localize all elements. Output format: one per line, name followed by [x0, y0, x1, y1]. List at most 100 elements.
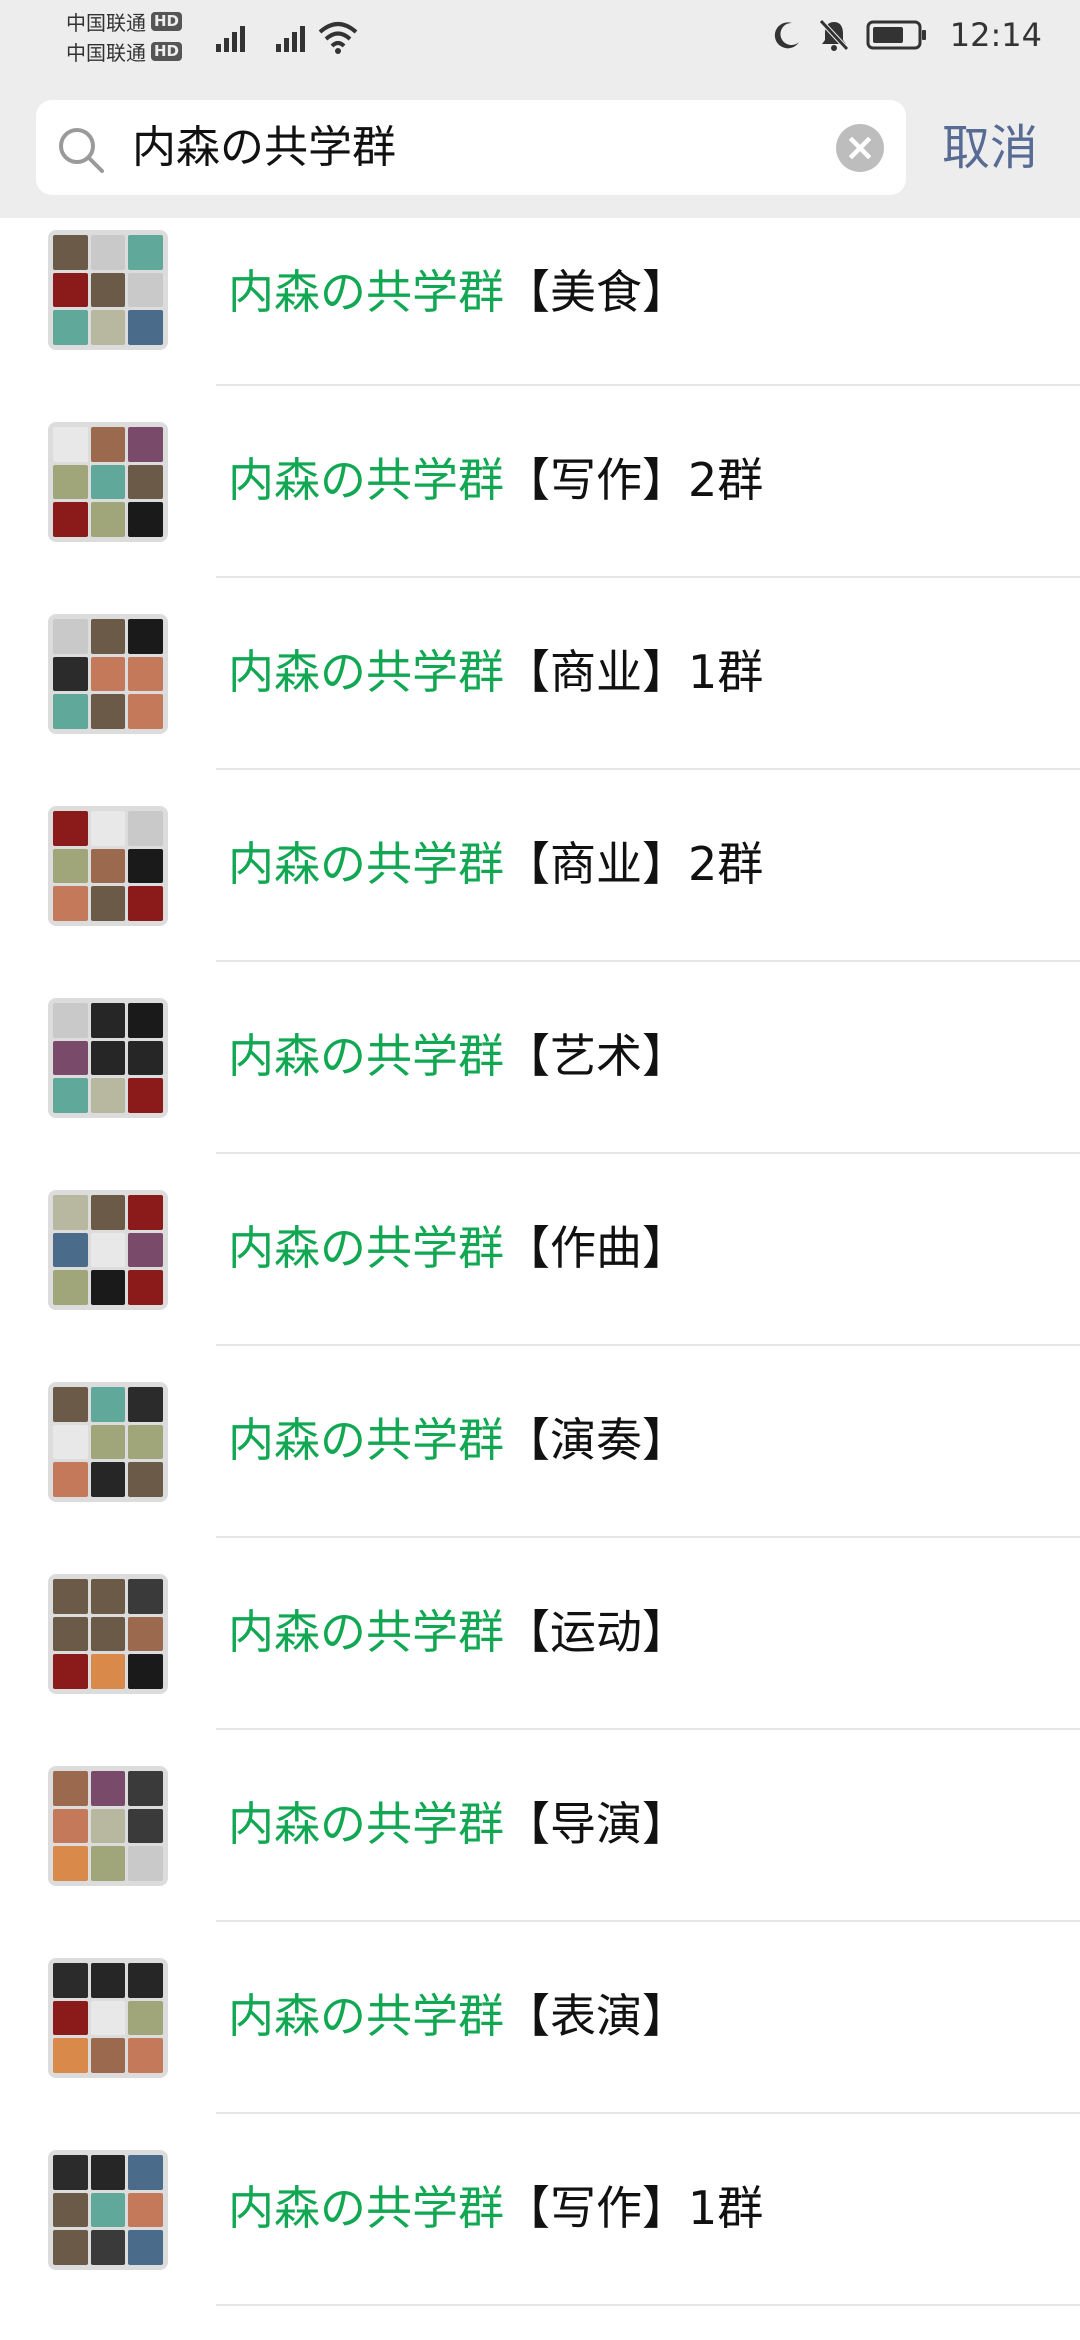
- avatar-tile: [53, 427, 88, 462]
- avatar-tile: [90, 656, 126, 692]
- avatar-tile: [128, 848, 163, 884]
- group-avatar: [48, 230, 168, 350]
- avatar-tile: [90, 2192, 126, 2228]
- avatar-tile: [90, 1616, 126, 1652]
- signal-icon: [276, 22, 305, 52]
- group-avatar: [48, 1958, 168, 2078]
- avatar-tile: [128, 2155, 163, 2190]
- avatar-tile: [90, 1003, 126, 1038]
- group-avatar: [48, 422, 168, 542]
- avatar-tile: [90, 502, 126, 537]
- avatar-tile: [53, 1654, 88, 1689]
- carrier-info: 中国联通 HD 中国联通 HD: [66, 6, 183, 66]
- moon-icon: [774, 22, 799, 49]
- avatar-tile: [53, 1963, 88, 1998]
- avatar-tile: [128, 464, 163, 500]
- avatar-tile: [128, 1003, 163, 1038]
- list-item[interactable]: 内森の共学群【写作】2群: [0, 386, 1080, 578]
- group-avatar: [48, 2150, 168, 2270]
- avatar-tile: [90, 1270, 126, 1305]
- avatar-tile: [53, 1003, 88, 1038]
- group-name: 内森の共学群【作曲】: [228, 1221, 688, 1275]
- avatar-tile: [53, 1387, 88, 1422]
- avatar-tile: [128, 2230, 163, 2265]
- avatar-tile: [128, 2192, 163, 2228]
- avatar-tile: [128, 1808, 163, 1844]
- list-item[interactable]: 内森の共学群【写作】1群: [0, 2114, 1080, 2306]
- avatar-tile: [128, 1654, 163, 1689]
- list-item[interactable]: 内森の共学群【导演】: [0, 1730, 1080, 1922]
- avatar-tile: [90, 1654, 126, 1689]
- avatar-tile: [90, 1579, 126, 1614]
- avatar-tile: [90, 1232, 126, 1268]
- avatar-tile: [128, 1579, 163, 1614]
- avatar-tile: [90, 886, 126, 921]
- avatar-tile: [53, 1462, 88, 1497]
- avatar-tile: [53, 235, 88, 270]
- avatar-tile: [90, 1195, 126, 1230]
- signal-icon: [216, 22, 245, 52]
- group-name: 内森の共学群【写作】2群: [228, 453, 764, 507]
- avatar-tile: [128, 272, 163, 308]
- avatar-tile: [90, 1462, 126, 1497]
- avatar-tile: [53, 2230, 88, 2265]
- avatar-tile: [53, 656, 88, 692]
- search-icon: [59, 128, 104, 173]
- avatar-tile: [90, 310, 126, 345]
- cancel-button[interactable]: 取消: [942, 108, 1038, 188]
- clear-icon[interactable]: ×: [836, 124, 884, 172]
- group-name: 内森の共学群【演奏】: [228, 1413, 688, 1467]
- avatar-tile: [53, 502, 88, 537]
- list-item[interactable]: 内森の共学群【运动】: [0, 1538, 1080, 1730]
- avatar-tile: [53, 272, 88, 308]
- avatar-tile: [128, 1078, 163, 1113]
- group-avatar: [48, 1766, 168, 1886]
- avatar-tile: [90, 1771, 126, 1806]
- avatar-tile: [90, 694, 126, 729]
- mute-bell-icon: [818, 19, 849, 51]
- search-input[interactable]: [132, 100, 822, 195]
- avatar-tile: [53, 886, 88, 921]
- avatar-tile: [90, 2155, 126, 2190]
- list-item[interactable]: 内森の共学群【商业】1群: [0, 578, 1080, 770]
- avatar-tile: [128, 235, 163, 270]
- group-avatar: [48, 806, 168, 926]
- avatar-tile: [53, 1424, 88, 1460]
- avatar-tile: [90, 427, 126, 462]
- avatar-tile: [90, 2038, 126, 2073]
- carrier-name-1: 中国联通: [66, 10, 146, 35]
- group-name: 内森の共学群【美食】: [228, 265, 688, 319]
- avatar-tile: [53, 2038, 88, 2073]
- group-name: 内森の共学群【商业】1群: [228, 645, 764, 699]
- avatar-tile: [53, 1195, 88, 1230]
- list-item[interactable]: 内森の共学群【作曲】: [0, 1154, 1080, 1346]
- avatar-tile: [53, 1232, 88, 1268]
- avatar-tile: [53, 811, 88, 846]
- list-item[interactable]: 内森の共学群【表演】: [0, 1922, 1080, 2114]
- list-item[interactable]: 内森の共学群【艺术】: [0, 962, 1080, 1154]
- avatar-tile: [128, 1232, 163, 1268]
- list-item[interactable]: 内森の共学群【美食】: [0, 218, 1080, 386]
- avatar-tile: [53, 2000, 88, 2036]
- avatar-tile: [90, 464, 126, 500]
- avatar-tile: [53, 1078, 88, 1113]
- avatar-tile: [128, 1424, 163, 1460]
- avatar-tile: [128, 1387, 163, 1422]
- avatar-tile: [53, 464, 88, 500]
- avatar-tile: [90, 848, 126, 884]
- avatar-tile: [53, 1579, 88, 1614]
- avatar-tile: [53, 694, 88, 729]
- search-header: × 取消: [0, 88, 1080, 218]
- avatar-tile: [128, 1270, 163, 1305]
- avatar-tile: [53, 310, 88, 345]
- avatar-tile: [90, 235, 126, 270]
- avatar-tile: [53, 1270, 88, 1305]
- avatar-tile: [128, 1771, 163, 1806]
- avatar-tile: [128, 1195, 163, 1230]
- list-item[interactable]: 内森の共学群【演奏】: [0, 1346, 1080, 1538]
- group-avatar: [48, 1574, 168, 1694]
- search-box[interactable]: ×: [36, 100, 906, 195]
- group-name: 内森の共学群【写作】1群: [228, 2181, 764, 2235]
- divider: [216, 2304, 1080, 2306]
- list-item[interactable]: 内森の共学群【商业】2群: [0, 770, 1080, 962]
